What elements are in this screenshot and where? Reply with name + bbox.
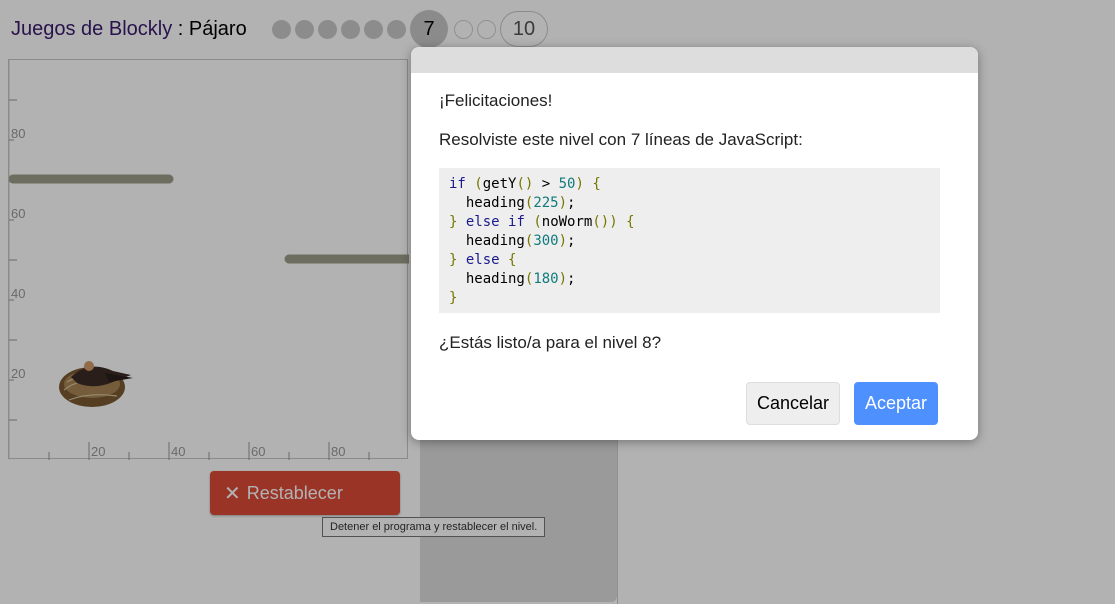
code-block: if (getY() > 50) { heading(225); } else … — [439, 168, 940, 313]
congrats-heading: ¡Felicitaciones! — [439, 91, 553, 110]
code-line: heading(180); — [465, 271, 576, 287]
code-line: heading(225); — [465, 195, 576, 211]
dialog-titlebar[interactable] — [411, 47, 978, 73]
dialog-body: ¡Felicitaciones! Resolviste este nivel c… — [411, 73, 978, 353]
code-line: heading(300); — [465, 233, 576, 249]
congratulations-dialog: ¡Felicitaciones! Resolviste este nivel c… — [411, 47, 978, 440]
code-line: if (getY() > 50) { — [449, 176, 601, 192]
solved-message: Resolviste este nivel con 7 líneas de Ja… — [439, 130, 803, 149]
next-level-prompt: ¿Estás listo/a para el nivel 8? — [439, 333, 662, 352]
accept-button[interactable]: Aceptar — [854, 382, 938, 425]
code-line: } else { — [449, 252, 517, 268]
dialog-buttons: Cancelar Aceptar — [746, 382, 938, 425]
code-line: } else if (noWorm()) { — [449, 214, 635, 230]
code-line: } — [449, 290, 458, 306]
cancel-button[interactable]: Cancelar — [746, 382, 840, 425]
